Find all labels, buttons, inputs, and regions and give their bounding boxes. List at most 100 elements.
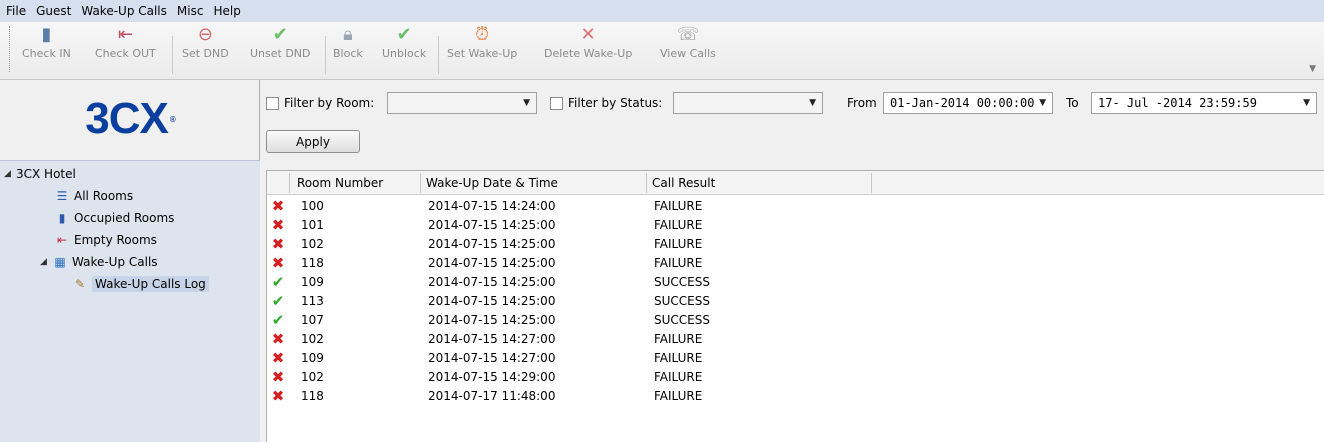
column-separator[interactable] (420, 173, 421, 193)
filter-by-room-checkbox[interactable] (266, 96, 279, 110)
toolbar-grip[interactable] (9, 26, 12, 72)
column-header-wake-up-date-time[interactable]: Wake-Up Date & Time (426, 176, 558, 190)
filter-by-status-checkbox[interactable] (550, 96, 563, 110)
wake-up-time-cell: 2014-07-15 14:27:00 (428, 332, 556, 346)
failure-x-icon: ✖ (271, 254, 285, 272)
check-in-label: Check IN (22, 47, 71, 60)
view-calls-button[interactable]: ☏ View Calls (660, 24, 716, 61)
call-result-cell: FAILURE (654, 237, 703, 251)
tree-node-all-rooms[interactable]: ☰ All Rooms (54, 185, 134, 206)
failure-x-icon: ✖ (271, 216, 285, 234)
menu-guest[interactable]: Guest (36, 4, 71, 18)
table-row[interactable]: ✖ 102 2014-07-15 14:29:00 FAILURE (267, 368, 1324, 387)
check-out-button[interactable]: ⇤ Check OUT (95, 24, 156, 61)
check-out-icon: ⇤ (117, 24, 133, 45)
view-calls-label: View Calls (660, 47, 716, 60)
tree-label: 3CX Hotel (16, 166, 76, 181)
tree-label: Wake-Up Calls (72, 254, 158, 269)
wake-up-time-cell: 2014-07-15 14:25:00 (428, 294, 556, 308)
wake-up-time-cell: 2014-07-15 14:27:00 (428, 351, 556, 365)
delete-wake-up-button[interactable]: ✕ Delete Wake-Up (544, 24, 632, 61)
expand-triangle-icon[interactable]: ◢ (4, 169, 16, 179)
table-row[interactable]: ✖ 100 2014-07-15 14:24:00 FAILURE (267, 197, 1324, 216)
menu-file[interactable]: File (6, 4, 26, 18)
dnd-icon: ⊖ (197, 24, 213, 45)
table-row[interactable]: ✖ 102 2014-07-15 14:27:00 FAILURE (267, 330, 1324, 349)
to-label: To (1066, 96, 1079, 110)
room-select[interactable]: ▼ (387, 92, 537, 114)
tree-node-wake-up-calls[interactable]: ◢ ▦ Wake-Up Calls (40, 251, 158, 272)
column-separator[interactable] (646, 173, 647, 193)
room-number-cell: 102 (301, 370, 324, 384)
column-header-room-number[interactable]: Room Number (297, 176, 383, 190)
table-row[interactable]: ✖ 118 2014-07-17 11:48:00 FAILURE (267, 387, 1324, 406)
block-button[interactable]: 🔒︎ Block (333, 24, 363, 61)
wake-up-time-cell: 2014-07-15 14:24:00 (428, 199, 556, 213)
column-header-call-result[interactable]: Call Result (652, 176, 715, 190)
tree-node-empty-rooms[interactable]: ⇤ Empty Rooms (54, 229, 157, 250)
from-date-picker[interactable]: 01-Jan-2014 00:00:00 ▼ (883, 92, 1053, 114)
wake-up-time-cell: 2014-07-15 14:25:00 (428, 256, 556, 270)
call-result-cell: SUCCESS (654, 294, 710, 308)
filter-by-room[interactable]: Filter by Room: (266, 96, 374, 110)
tree-label: All Rooms (74, 188, 134, 203)
logo-text: 3CX (85, 94, 169, 143)
room-number-cell: 118 (301, 389, 324, 403)
to-date-picker[interactable]: 17- Jul -2014 23:59:59 ▼ (1091, 92, 1317, 114)
tree-label: Empty Rooms (74, 232, 157, 247)
unblock-button[interactable]: ✔ Unblock (382, 24, 426, 61)
table-row[interactable]: ✖ 109 2014-07-15 14:27:00 FAILURE (267, 349, 1324, 368)
to-date-value: 17- Jul -2014 23:59:59 (1098, 96, 1257, 110)
menu-misc[interactable]: Misc (177, 4, 204, 18)
chevron-down-icon: ▼ (1039, 98, 1046, 108)
unset-dnd-button[interactable]: ✔ Unset DND (250, 24, 311, 61)
edit-pencil-icon: ✎ (74, 276, 86, 291)
set-dnd-button[interactable]: ⊖ Set DND (182, 24, 229, 61)
tree-node-3cx-hotel[interactable]: ◢ 3CX Hotel (4, 163, 76, 184)
table-row[interactable]: ✖ 102 2014-07-15 14:25:00 FAILURE (267, 235, 1324, 254)
unset-dnd-label: Unset DND (250, 47, 311, 60)
from-label: From (847, 96, 877, 110)
chevron-down-icon: ▼ (809, 98, 816, 108)
set-wake-up-button[interactable]: ⏰︎ Set Wake-Up (447, 24, 517, 61)
wake-up-time-cell: 2014-07-15 14:25:00 (428, 218, 556, 232)
menu-help[interactable]: Help (213, 4, 240, 18)
registered-mark: ® (169, 114, 176, 124)
expand-triangle-icon[interactable]: ◢ (40, 257, 52, 267)
check-in-icon: ▮ (41, 24, 52, 45)
call-result-cell: SUCCESS (654, 313, 710, 327)
call-result-cell: FAILURE (654, 199, 703, 213)
success-check-icon: ✔ (271, 311, 285, 329)
toolbar-overflow-icon[interactable]: ▼ (1309, 64, 1316, 74)
tree-node-wake-up-calls-log[interactable]: ✎ Wake-Up Calls Log (72, 273, 209, 294)
apply-button[interactable]: Apply (266, 130, 360, 153)
view-calls-icon: ☏ (676, 24, 700, 45)
tree-label: Wake-Up Calls Log (92, 275, 209, 292)
status-select[interactable]: ▼ (673, 92, 823, 114)
failure-x-icon: ✖ (271, 197, 285, 215)
tree-label: Occupied Rooms (74, 210, 175, 225)
filter-by-status-label: Filter by Status: (568, 96, 663, 110)
call-result-cell: FAILURE (654, 218, 703, 232)
failure-x-icon: ✖ (271, 330, 285, 348)
toolbar-separator (325, 36, 326, 74)
table-row[interactable]: ✔ 107 2014-07-15 14:25:00 SUCCESS (267, 311, 1324, 330)
table-row[interactable]: ✖ 101 2014-07-15 14:25:00 FAILURE (267, 216, 1324, 235)
menu-wake-up-calls[interactable]: Wake-Up Calls (81, 4, 167, 18)
alarm-clock-icon: ⏰︎ (475, 24, 490, 45)
filter-by-room-label: Filter by Room: (284, 96, 375, 110)
column-separator[interactable] (871, 173, 872, 193)
call-result-cell: FAILURE (654, 389, 703, 403)
check-in-button[interactable]: ▮ Check IN (22, 24, 71, 61)
check-out-label: Check OUT (95, 47, 156, 60)
menu-bar: File Guest Wake-Up Calls Misc Help (0, 0, 1324, 22)
table-row[interactable]: ✔ 109 2014-07-15 14:25:00 SUCCESS (267, 273, 1324, 292)
filter-by-status[interactable]: Filter by Status: (550, 96, 662, 110)
logo: 3CX ® (0, 80, 260, 158)
table-row[interactable]: ✖ 118 2014-07-15 14:25:00 FAILURE (267, 254, 1324, 273)
main-panel: Filter by Room: ▼ Filter by Status: ▼ Fr… (261, 80, 1324, 442)
table-row[interactable]: ✔ 113 2014-07-15 14:25:00 SUCCESS (267, 292, 1324, 311)
from-date-value: 01-Jan-2014 00:00:00 (890, 96, 1035, 110)
tree-node-occupied-rooms[interactable]: ▮ Occupied Rooms (54, 207, 175, 228)
grid-header: Room Number Wake-Up Date & Time Call Res… (267, 171, 1324, 195)
